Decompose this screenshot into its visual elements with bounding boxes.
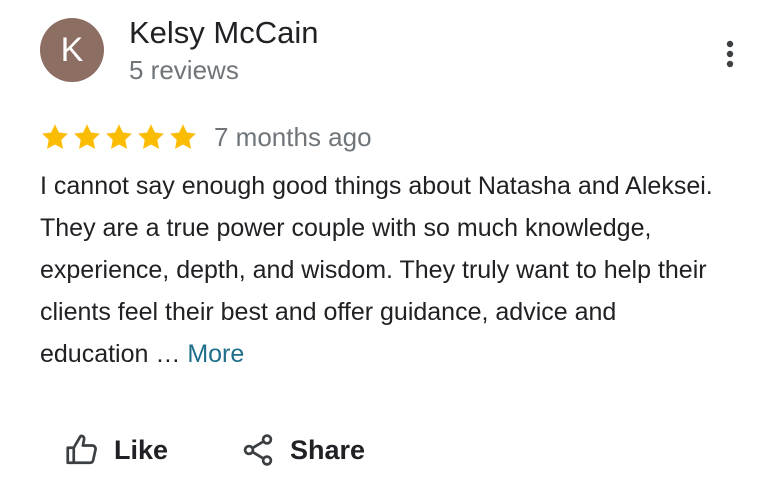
share-icon: [243, 434, 273, 466]
share-label: Share: [290, 435, 366, 465]
review-text: I cannot say enough good things about Na…: [40, 165, 730, 375]
avatar-initial: K: [60, 31, 84, 69]
more-options-button[interactable]: [712, 34, 748, 74]
reviewer-name[interactable]: Kelsy McCain: [129, 14, 319, 52]
rating-row: 7 months ago: [40, 118, 372, 156]
review-actions: Like Share: [64, 428, 365, 472]
like-button[interactable]: Like: [64, 432, 168, 468]
more-vert-icon: [726, 40, 734, 68]
like-label: Like: [114, 435, 169, 465]
star-icon: [170, 124, 196, 149]
review-body: I cannot say enough good things about Na…: [40, 172, 713, 368]
star-icon: [74, 124, 100, 149]
star-icon: [106, 124, 132, 149]
review-time: 7 months ago: [214, 122, 372, 152]
star-icon: [42, 124, 68, 149]
thumbs-up-icon: [66, 434, 97, 465]
share-button[interactable]: Share: [240, 432, 365, 468]
reviewer-review-count: 5 reviews: [129, 55, 239, 85]
more-link[interactable]: More: [187, 340, 244, 368]
star-icon: [138, 124, 164, 149]
star-rating: [40, 122, 198, 152]
avatar[interactable]: K: [40, 18, 104, 82]
